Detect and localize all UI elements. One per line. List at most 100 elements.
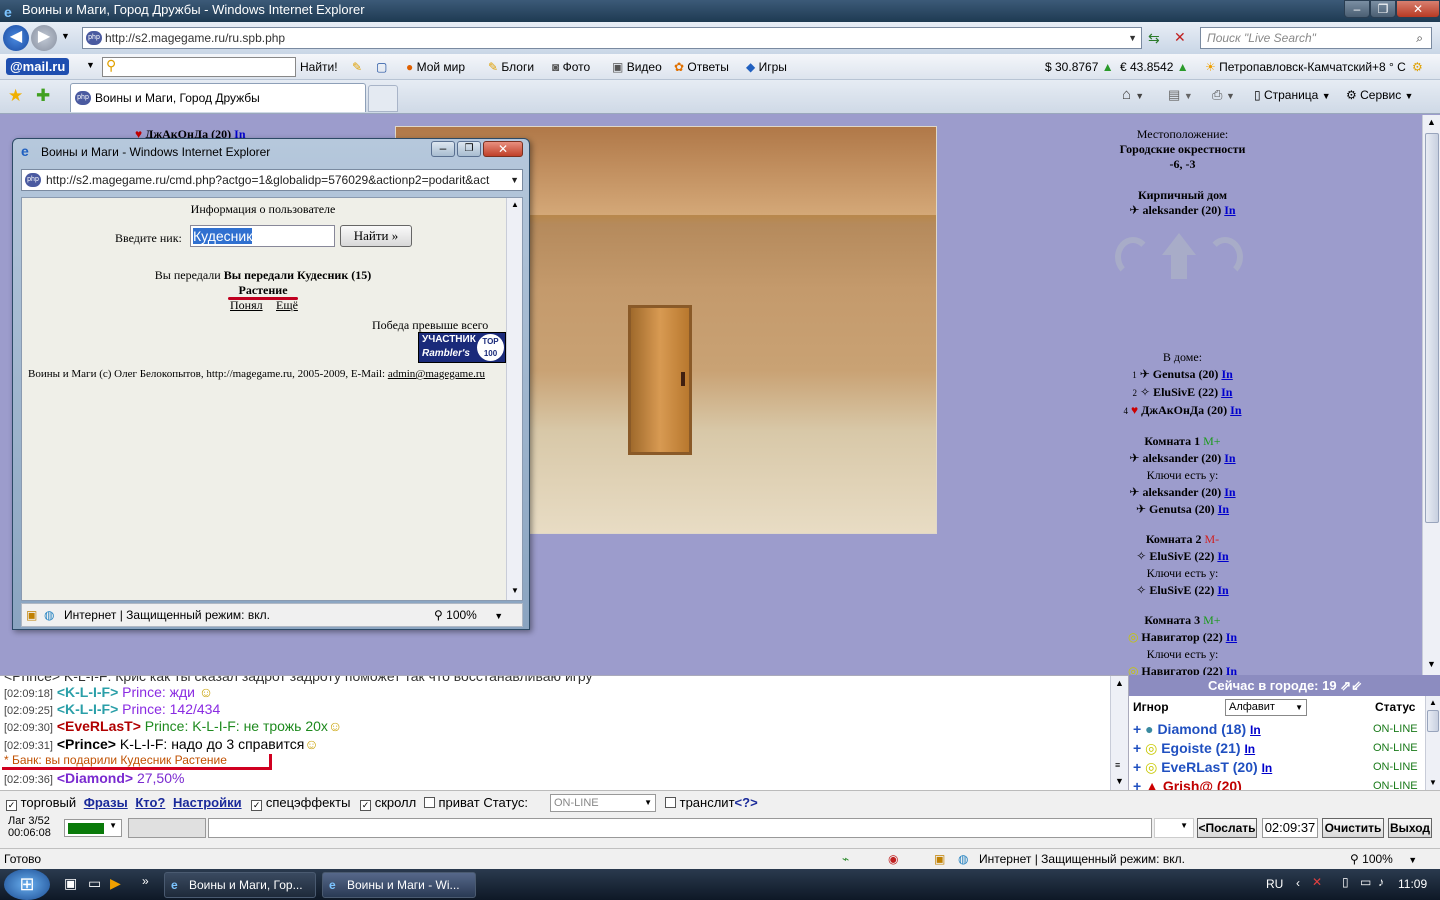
popup-address-bar[interactable]: php http://s2.magegame.ru/cmd.php?actgo=… bbox=[21, 169, 523, 191]
mail-dropdown-icon[interactable]: ▼ bbox=[86, 60, 95, 70]
occupant-info-link[interactable]: In bbox=[1221, 385, 1232, 399]
scroll-up-icon[interactable]: ▲ bbox=[1429, 698, 1437, 707]
sort-select[interactable]: Алфавит ▼ bbox=[1225, 699, 1307, 716]
popup-minimize-button[interactable]: – bbox=[431, 141, 455, 157]
turn-right-arrow[interactable] bbox=[1207, 237, 1243, 277]
occupant-info-link[interactable]: In bbox=[1230, 403, 1241, 417]
scroll-down-icon[interactable]: ▼ bbox=[511, 586, 519, 595]
trade-checkbox[interactable]: ✓ bbox=[6, 800, 17, 811]
toolbar-item-blogs[interactable]: ✎ Блоги bbox=[488, 60, 534, 74]
exit-button[interactable]: Выход bbox=[1388, 818, 1432, 838]
phrases-link[interactable]: Фразы bbox=[84, 795, 128, 810]
usd-rate[interactable]: $ 30.8767 ▲ bbox=[1045, 60, 1114, 74]
message-history-select[interactable]: ▼ bbox=[1154, 818, 1194, 838]
service-menu[interactable]: ⚙ Сервис ▼ bbox=[1346, 88, 1413, 102]
media-player-icon[interactable]: ▶ bbox=[110, 875, 121, 892]
search-icon[interactable]: ⌕ bbox=[1416, 28, 1423, 48]
toolbar-item-myworld[interactable]: ● Мой мир bbox=[406, 60, 465, 74]
taskbar-item-game[interactable]: e Воины и Маги, Гор... bbox=[164, 872, 316, 898]
address-dropdown-icon[interactable]: ▼ bbox=[1128, 28, 1137, 48]
tab-active[interactable]: php Воины и Маги, Город Дружбы bbox=[70, 83, 366, 112]
tray-volume-icon[interactable]: ♪ bbox=[1378, 875, 1384, 889]
scroll-end-icon[interactable]: ≡ bbox=[1115, 760, 1120, 770]
forward-arrow-stem[interactable] bbox=[1171, 255, 1187, 279]
zoom-page-icon[interactable]: ▢ bbox=[376, 60, 387, 74]
scroll-checkbox[interactable]: ✓ bbox=[360, 800, 372, 811]
player-row[interactable]: + ◎ Egoiste (21) In ON-LINE bbox=[1133, 740, 1423, 757]
forward-button[interactable]: ▶ bbox=[31, 25, 57, 51]
more-link[interactable]: Ещё bbox=[276, 298, 298, 313]
effects-checkbox[interactable]: ✓ bbox=[251, 800, 263, 811]
chat-nick[interactable]: <K-L-I-F> bbox=[57, 684, 118, 700]
chat-nick[interactable]: <Prince> bbox=[57, 736, 116, 752]
expand-icon[interactable]: ⇗⇙ bbox=[1340, 678, 1362, 693]
private-checkbox[interactable] bbox=[423, 797, 435, 808]
explorer-icon[interactable]: ▭ bbox=[88, 875, 101, 892]
eur-rate[interactable]: € 43.8542 ▲ bbox=[1120, 60, 1189, 74]
recipient-field[interactable] bbox=[128, 818, 206, 838]
owner-info-link[interactable]: In bbox=[1224, 203, 1235, 217]
popup-maximize-button[interactable]: ❐ bbox=[457, 141, 481, 157]
new-tab-button[interactable] bbox=[368, 85, 398, 112]
settings-link[interactable]: Настройки bbox=[173, 795, 242, 810]
feeds-icon[interactable]: ▤ ▼ bbox=[1168, 87, 1193, 103]
page-scrollbar[interactable]: ▲ ▼ bbox=[1422, 115, 1440, 675]
tray-battery-icon[interactable]: ▯ bbox=[1342, 875, 1349, 889]
toolbar-item-photo[interactable]: ◙ Фото bbox=[552, 60, 590, 74]
occupant-info-link[interactable]: In bbox=[1221, 367, 1232, 381]
scroll-thumb[interactable] bbox=[1425, 133, 1439, 523]
toolbar-options-icon[interactable]: ⚙ bbox=[1412, 60, 1423, 74]
minimize-button[interactable]: – bbox=[1344, 0, 1370, 18]
highlight-icon[interactable]: ✎ bbox=[352, 60, 362, 74]
find-user-button[interactable]: Найти » bbox=[340, 225, 412, 247]
refresh-icon[interactable]: ⇆ bbox=[1148, 30, 1160, 47]
scroll-down-icon[interactable]: ▼ bbox=[1427, 659, 1436, 669]
page-menu[interactable]: ▯ Страница ▼ bbox=[1254, 88, 1331, 102]
toolbar-find-button[interactable]: Найти! bbox=[300, 60, 338, 74]
maximize-button[interactable]: ❐ bbox=[1370, 0, 1396, 18]
chat-scrollbar[interactable]: ▲ ≡ ▼ bbox=[1110, 676, 1128, 790]
show-desktop-icon[interactable]: ▣ bbox=[64, 875, 77, 892]
translit-checkbox[interactable] bbox=[665, 797, 676, 808]
scroll-up-icon[interactable]: ▲ bbox=[511, 200, 519, 209]
popup-scrollbar[interactable]: ▲ ▼ bbox=[506, 198, 522, 600]
tray-network-icon[interactable]: ✕ bbox=[1312, 875, 1322, 889]
scroll-thumb[interactable] bbox=[1427, 710, 1439, 732]
clear-button[interactable]: Очистить bbox=[1322, 818, 1384, 838]
close-button[interactable]: ✕ bbox=[1396, 0, 1440, 18]
toolbar-search-input[interactable] bbox=[102, 57, 296, 77]
print-icon[interactable]: ⎙ ▼ bbox=[1212, 87, 1235, 103]
search-input[interactable]: Поиск "Live Search" ⌕ bbox=[1200, 27, 1432, 49]
privacy-icon[interactable]: ◉ bbox=[888, 849, 898, 869]
scroll-up-icon[interactable]: ▲ bbox=[1115, 678, 1124, 688]
history-dropdown-icon[interactable]: ▼ bbox=[61, 31, 70, 41]
back-button[interactable]: ◀ bbox=[3, 25, 29, 51]
address-bar[interactable]: php http://s2.magegame.ru/ru.spb.php ▼ bbox=[82, 27, 1142, 49]
language-indicator[interactable]: RU bbox=[1266, 877, 1283, 891]
taskbar-item-popup[interactable]: e Воины и Маги - Wi... bbox=[322, 872, 476, 898]
scroll-up-icon[interactable]: ▲ bbox=[1427, 117, 1436, 127]
stop-icon[interactable]: ✕ bbox=[1174, 29, 1186, 46]
start-button[interactable]: ⊞ bbox=[4, 869, 50, 900]
popup-close-button[interactable]: ✕ bbox=[483, 141, 523, 157]
ok-link[interactable]: Понял bbox=[230, 298, 263, 313]
color-select[interactable]: ▼ bbox=[64, 819, 122, 837]
scroll-down-icon[interactable]: ▼ bbox=[1115, 776, 1124, 786]
toolbar-item-games[interactable]: ◆ Игры bbox=[746, 60, 787, 74]
toolbar-item-video[interactable]: ▣ Видео bbox=[612, 60, 662, 74]
scroll-down-icon[interactable]: ▼ bbox=[1429, 778, 1437, 787]
weather-widget[interactable]: ☀ Петропавловск-Камчатский+8 ° С bbox=[1205, 60, 1406, 74]
forward-arrow[interactable] bbox=[1162, 233, 1196, 255]
tray-monitor-icon[interactable]: ▭ bbox=[1360, 875, 1371, 889]
translit-help-link[interactable]: <?> bbox=[735, 795, 758, 810]
quicklaunch-more-icon[interactable]: » bbox=[142, 874, 149, 888]
zoom-control[interactable]: ⚲ 100% ▼ bbox=[1350, 849, 1417, 870]
popup-address-dropdown-icon[interactable]: ▼ bbox=[507, 170, 519, 190]
player-row[interactable]: + ● Diamond (18) In ON-LINE bbox=[1133, 721, 1423, 737]
chat-nick[interactable]: <EveRLasT> bbox=[57, 718, 141, 734]
turn-left-arrow[interactable] bbox=[1115, 237, 1151, 277]
who-link[interactable]: Кто? bbox=[135, 795, 165, 810]
add-favorite-icon[interactable]: ✚ bbox=[36, 86, 50, 106]
email-link[interactable]: admin@magegame.ru bbox=[388, 368, 485, 380]
nick-input[interactable]: Кудесник bbox=[190, 225, 335, 247]
